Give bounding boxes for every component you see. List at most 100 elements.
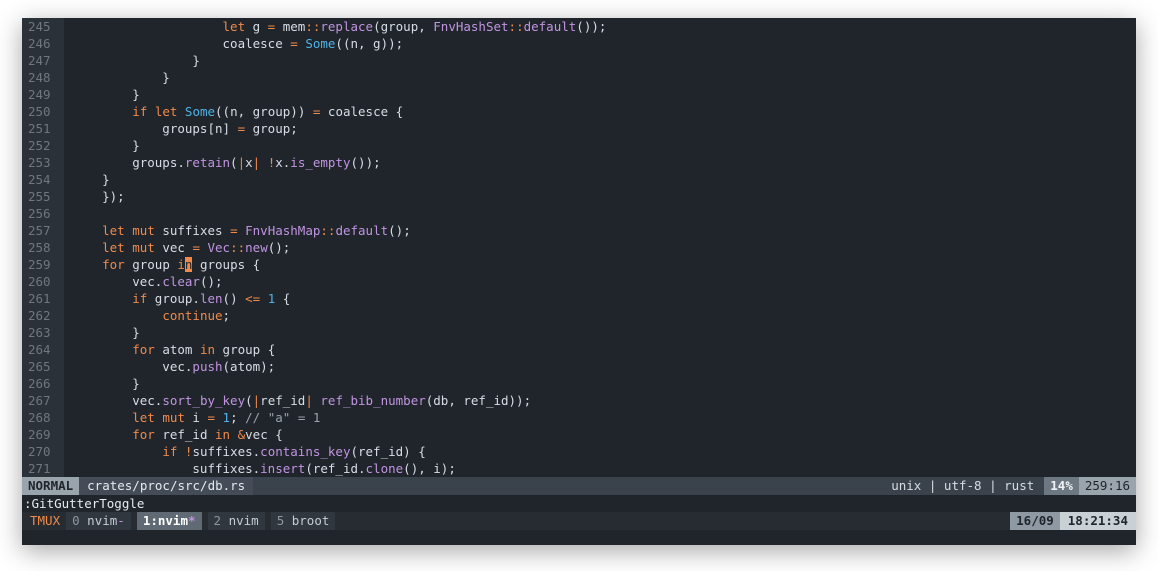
code-line: 265 vec.push(atom); — [22, 358, 1136, 375]
line-number: 268 — [22, 409, 64, 426]
code-text: let mut i = 1; // "a" = 1 — [132, 410, 321, 425]
code-line: 268 let mut i = 1; // "a" = 1 — [22, 409, 1136, 426]
line-number: 258 — [22, 239, 64, 256]
line-number: 253 — [22, 154, 64, 171]
line-number: 270 — [22, 443, 64, 460]
line-number: 266 — [22, 375, 64, 392]
file-info: unix | utf-8 | rust — [891, 478, 1035, 493]
cursor-position: 259:16 — [1078, 477, 1136, 495]
line-number: 262 — [22, 307, 64, 324]
code-text: } — [72, 70, 170, 85]
tmux-statusbar: TMUX 0 nvim- 1:nvim* 2 nvim 5 broot 16/0… — [22, 512, 1136, 530]
code-line: 256 — [22, 205, 1136, 222]
code-line: 250 if let Some((n, group)) = coalesce { — [22, 103, 1136, 120]
code-text: } — [72, 138, 140, 153]
code-text: suffixes.insert(ref_id.clone(), i); — [72, 461, 456, 476]
code-text: coalesce = Some((n, g)); — [72, 36, 404, 51]
code-line: 264 for atom in group { — [22, 341, 1136, 358]
code-text: vec.clear(); — [72, 274, 223, 289]
code-text: } — [72, 53, 200, 68]
file-path: crates/proc/src/db.rs — [79, 477, 254, 495]
code-text: let mut vec = Vec::new(); — [102, 240, 291, 255]
code-text: let g = mem::replace(group, FnvHashSet::… — [222, 19, 607, 34]
line-number: 263 — [22, 324, 64, 341]
code-line: 254 } — [22, 171, 1136, 188]
code-text: if !suffixes.contains_key(ref_id) { — [162, 444, 426, 459]
tmux-time: 18:21:34 — [1059, 512, 1136, 530]
line-number: 265 — [22, 358, 64, 375]
code-line: 260 vec.clear(); — [22, 273, 1136, 290]
code-line: 262 continue; — [22, 307, 1136, 324]
code-line: 257 let mut suffixes = FnvHashMap::defau… — [22, 222, 1136, 239]
tmux-window-5[interactable]: 5 broot — [270, 512, 336, 530]
code-line: 251 groups[n] = group; — [22, 120, 1136, 137]
line-number: 248 — [22, 69, 64, 86]
code-line: 267 vec.sort_by_key(|ref_id| ref_bib_num… — [22, 392, 1136, 409]
code-text: } — [72, 172, 110, 187]
line-number: 252 — [22, 137, 64, 154]
tmux-window-2[interactable]: 2 nvim — [207, 512, 265, 530]
code-line: 253 groups.retain(|x| !x.is_empty()); — [22, 154, 1136, 171]
code-line: 261 if group.len() <= 1 { — [22, 290, 1136, 307]
line-number: 251 — [22, 120, 64, 137]
code-text: groups.retain(|x| !x.is_empty()); — [72, 155, 381, 170]
line-number: 250 — [22, 103, 64, 120]
code-line: 263 } — [22, 324, 1136, 341]
line-number: 260 — [22, 273, 64, 290]
line-number: 264 — [22, 341, 64, 358]
code-line: 252 } — [22, 137, 1136, 154]
line-number: 257 — [22, 222, 64, 239]
code-line: 248 } — [22, 69, 1136, 86]
code-editor[interactable]: 245 let g = mem::replace(group, FnvHashS… — [22, 18, 1136, 477]
line-number: 261 — [22, 290, 64, 307]
code-line: 246 coalesce = Some((n, g)); — [22, 35, 1136, 52]
line-number: 247 — [22, 52, 64, 69]
code-text: for ref_id in &vec { — [132, 427, 283, 442]
code-line: 269 for ref_id in &vec { — [22, 426, 1136, 443]
code-text: } — [72, 87, 140, 102]
line-number: 245 — [22, 18, 64, 35]
code-text: for atom in group { — [132, 342, 276, 357]
code-text: let mut suffixes = FnvHashMap::default()… — [102, 223, 411, 238]
code-text: if let Some((n, group)) = coalesce { — [132, 104, 404, 119]
code-line: 258 let mut vec = Vec::new(); — [22, 239, 1136, 256]
line-number: 269 — [22, 426, 64, 443]
tmux-spacer — [341, 512, 1010, 530]
code-text: continue; — [162, 308, 231, 323]
code-line: 249 } — [22, 86, 1136, 103]
line-number: 267 — [22, 392, 64, 409]
line-number: 271 — [22, 460, 64, 477]
code-line: 255 }); — [22, 188, 1136, 205]
line-number: 256 — [22, 205, 64, 222]
line-number: 254 — [22, 171, 64, 188]
code-text: if group.len() <= 1 { — [132, 291, 291, 306]
code-text: } — [72, 376, 140, 391]
scroll-percent: 14% — [1044, 477, 1079, 495]
statusline-spacer — [253, 477, 891, 495]
code-line: 259 for group in groups { — [22, 256, 1136, 273]
file-type: rust — [1004, 478, 1035, 493]
line-number: 255 — [22, 188, 64, 205]
code-text: }); — [72, 189, 125, 204]
line-number: 246 — [22, 35, 64, 52]
code-line: 247 } — [22, 52, 1136, 69]
code-line: 245 let g = mem::replace(group, FnvHashS… — [22, 18, 1136, 35]
code-text: vec.sort_by_key(|ref_id| ref_bib_number(… — [72, 393, 532, 408]
command-line[interactable]: :GitGutterToggle — [22, 495, 1136, 512]
file-format: unix — [891, 478, 922, 493]
code-text: for group in groups { — [102, 257, 261, 272]
terminal-window: 245 let g = mem::replace(group, FnvHashS… — [22, 18, 1136, 545]
code-line: 271 suffixes.insert(ref_id.clone(), i); — [22, 460, 1136, 477]
mode-indicator: NORMAL — [22, 477, 80, 495]
code-text: } — [72, 325, 140, 340]
tmux-session-label: TMUX — [30, 513, 61, 528]
tmux-window-1[interactable]: 1:nvim* — [136, 512, 202, 530]
code-line: 270 if !suffixes.contains_key(ref_id) { — [22, 443, 1136, 460]
vim-statusline: NORMAL crates/proc/src/db.rs unix | utf-… — [22, 477, 1136, 495]
file-encoding: utf-8 — [943, 478, 982, 493]
line-number: 249 — [22, 86, 64, 103]
code-line: 266 } — [22, 375, 1136, 392]
code-text: groups[n] = group; — [72, 121, 298, 136]
tmux-window-0[interactable]: 0 nvim- — [66, 512, 131, 530]
